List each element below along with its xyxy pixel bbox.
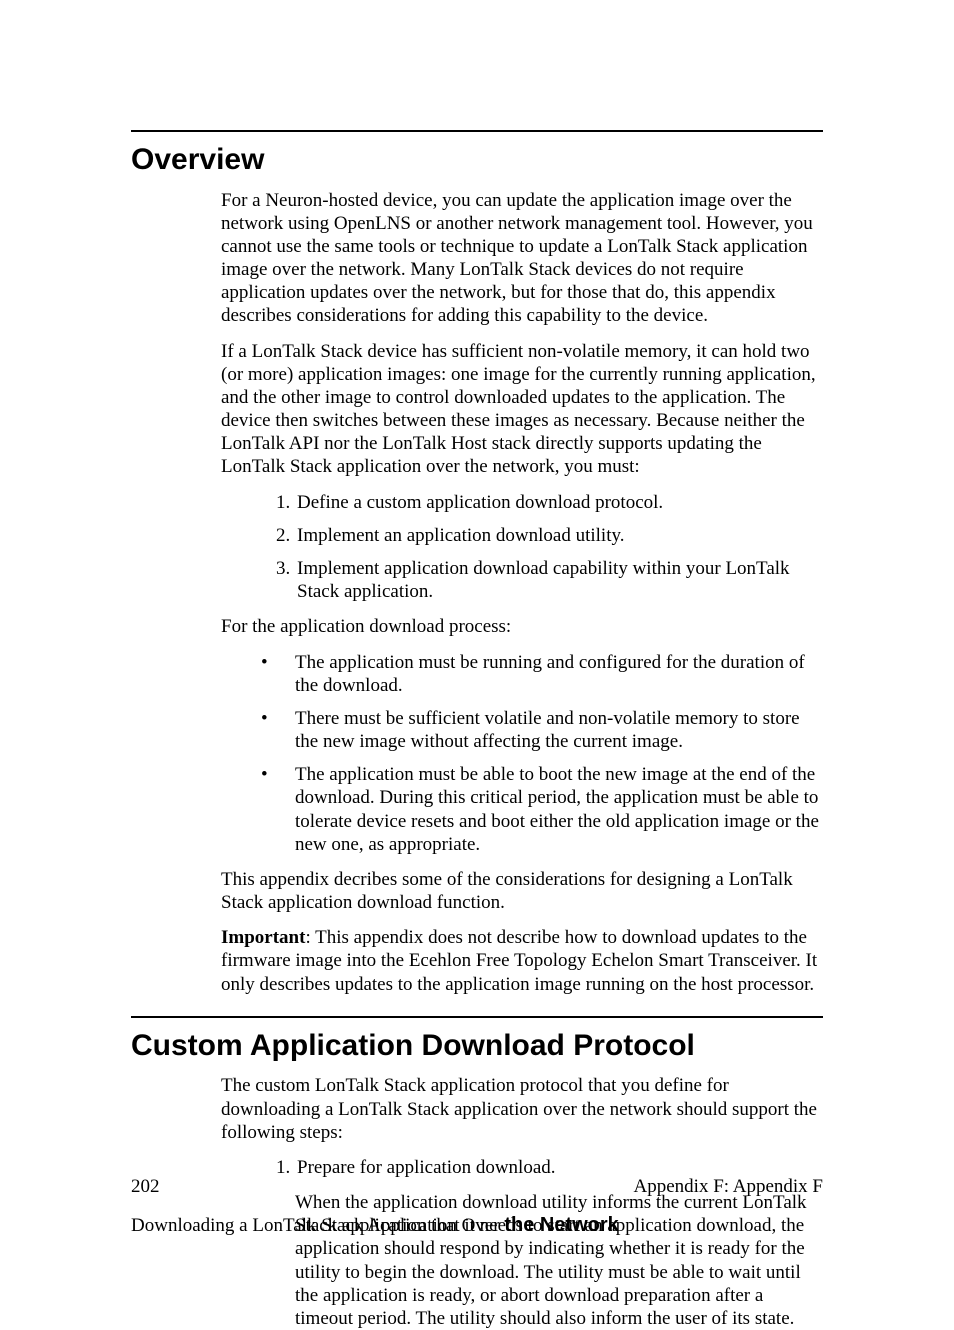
page-content: Overview For a Neuron-hosted device, you… [131, 130, 823, 1235]
page-number: 202 [131, 1175, 160, 1198]
section-custom-protocol: Custom Application Download Protocol The… [131, 1016, 823, 1330]
bullet-list: The application must be running and conf… [221, 651, 823, 856]
appendix-label: Appendix F: Appendix F [634, 1175, 823, 1198]
overview-body: For a Neuron-hosted device, you can upda… [221, 189, 823, 996]
important-label: Important [221, 927, 305, 948]
footer-title: Downloading a LonTalk Stack Application … [131, 1213, 619, 1237]
custom-protocol-body: The custom LonTalk Stack application pro… [221, 1074, 823, 1330]
heading-overview: Overview [131, 130, 823, 179]
heading-custom-protocol: Custom Application Download Protocol [131, 1016, 823, 1065]
list-item: Implement an application download utilit… [295, 524, 823, 547]
step-detail: When the application download utility in… [295, 1191, 823, 1330]
list-item: Define a custom application download pro… [295, 491, 823, 514]
para: For the application download process: [221, 615, 823, 638]
list-item: The application must be running and conf… [261, 651, 823, 697]
para: For a Neuron-hosted device, you can upda… [221, 189, 823, 328]
footer-title-bold: the Network [504, 1214, 618, 1236]
important-note: Important: This appendix does not descri… [221, 926, 823, 996]
list-item: The application must be able to boot the… [261, 763, 823, 856]
list-item: There must be sufficient volatile and no… [261, 707, 823, 753]
para: The custom LonTalk Stack application pro… [221, 1074, 823, 1144]
footer-title-pre: Downloading a LonTalk Stack Application … [131, 1215, 504, 1236]
important-text: : This appendix does not describe how to… [221, 927, 817, 994]
para: If a LonTalk Stack device has sufficient… [221, 340, 823, 479]
list-item: Implement application download capabilit… [295, 557, 823, 603]
numbered-list: Define a custom application download pro… [221, 491, 823, 604]
para: This appendix decribes some of the consi… [221, 868, 823, 914]
